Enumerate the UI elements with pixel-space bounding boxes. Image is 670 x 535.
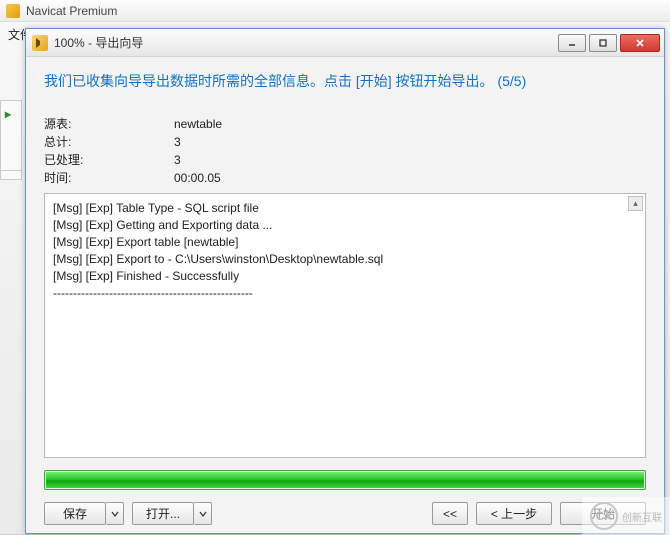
dialog-title: 100% - 导出向导	[54, 34, 143, 51]
scroll-up-icon[interactable]: ▴	[628, 196, 643, 211]
maximize-button[interactable]	[589, 34, 617, 52]
save-dropdown[interactable]	[106, 502, 124, 525]
export-icon	[32, 35, 48, 51]
button-row: 保存 打开... << < 上一步 开始	[44, 502, 646, 525]
open-dropdown[interactable]	[194, 502, 212, 525]
log-line: [Msg] [Exp] Finished - Successfully	[53, 268, 637, 285]
log-textarea[interactable]: ▴ [Msg] [Exp] Table Type - SQL script fi…	[44, 193, 646, 458]
dialog-titlebar: 100% - 导出向导	[26, 29, 664, 57]
log-line: [Msg] [Exp] Export table [newtable]	[53, 234, 637, 251]
close-button[interactable]	[620, 34, 660, 52]
progress-bar	[44, 470, 646, 490]
processed-label: 已处理:	[44, 151, 174, 169]
total-value: 3	[174, 133, 181, 151]
source-label: 源表:	[44, 115, 174, 133]
main-window-title: Navicat Premium	[26, 4, 117, 18]
tree-expand-icon: ▸	[1, 101, 21, 121]
open-button[interactable]: 打开...	[132, 502, 194, 525]
export-wizard-dialog: 100% - 导出向导 我们已收集向导导出数据时所需的全部信息。点击 [开始] …	[25, 28, 665, 534]
app-icon	[6, 4, 20, 18]
time-value: 00:00.05	[174, 169, 221, 187]
processed-value: 3	[174, 151, 181, 169]
start-button[interactable]: 开始	[560, 502, 646, 525]
time-label: 时间:	[44, 169, 174, 187]
log-line: ----------------------------------------…	[53, 285, 637, 302]
first-button[interactable]: <<	[432, 502, 468, 525]
wizard-heading: 我们已收集向导导出数据时所需的全部信息。点击 [开始] 按钮开始导出。 (5/5…	[44, 71, 646, 91]
minimize-button[interactable]	[558, 34, 586, 52]
save-split-button[interactable]: 保存	[44, 502, 124, 525]
open-split-button[interactable]: 打开...	[132, 502, 212, 525]
log-line: [Msg] [Exp] Export to - C:\Users\winston…	[53, 251, 637, 268]
progress-fill	[46, 472, 644, 488]
source-value: newtable	[174, 115, 222, 133]
save-button[interactable]: 保存	[44, 502, 106, 525]
sidebar-fragment: ▸	[0, 100, 22, 180]
log-line: [Msg] [Exp] Getting and Exporting data .…	[53, 217, 637, 234]
main-window-titlebar: Navicat Premium	[0, 0, 670, 22]
stats-block: 源表: newtable 总计: 3 已处理: 3 时间: 00:00.05	[44, 115, 646, 187]
total-label: 总计:	[44, 133, 174, 151]
log-line: [Msg] [Exp] Table Type - SQL script file	[53, 200, 637, 217]
divider	[0, 170, 22, 171]
prev-button[interactable]: < 上一步	[476, 502, 552, 525]
